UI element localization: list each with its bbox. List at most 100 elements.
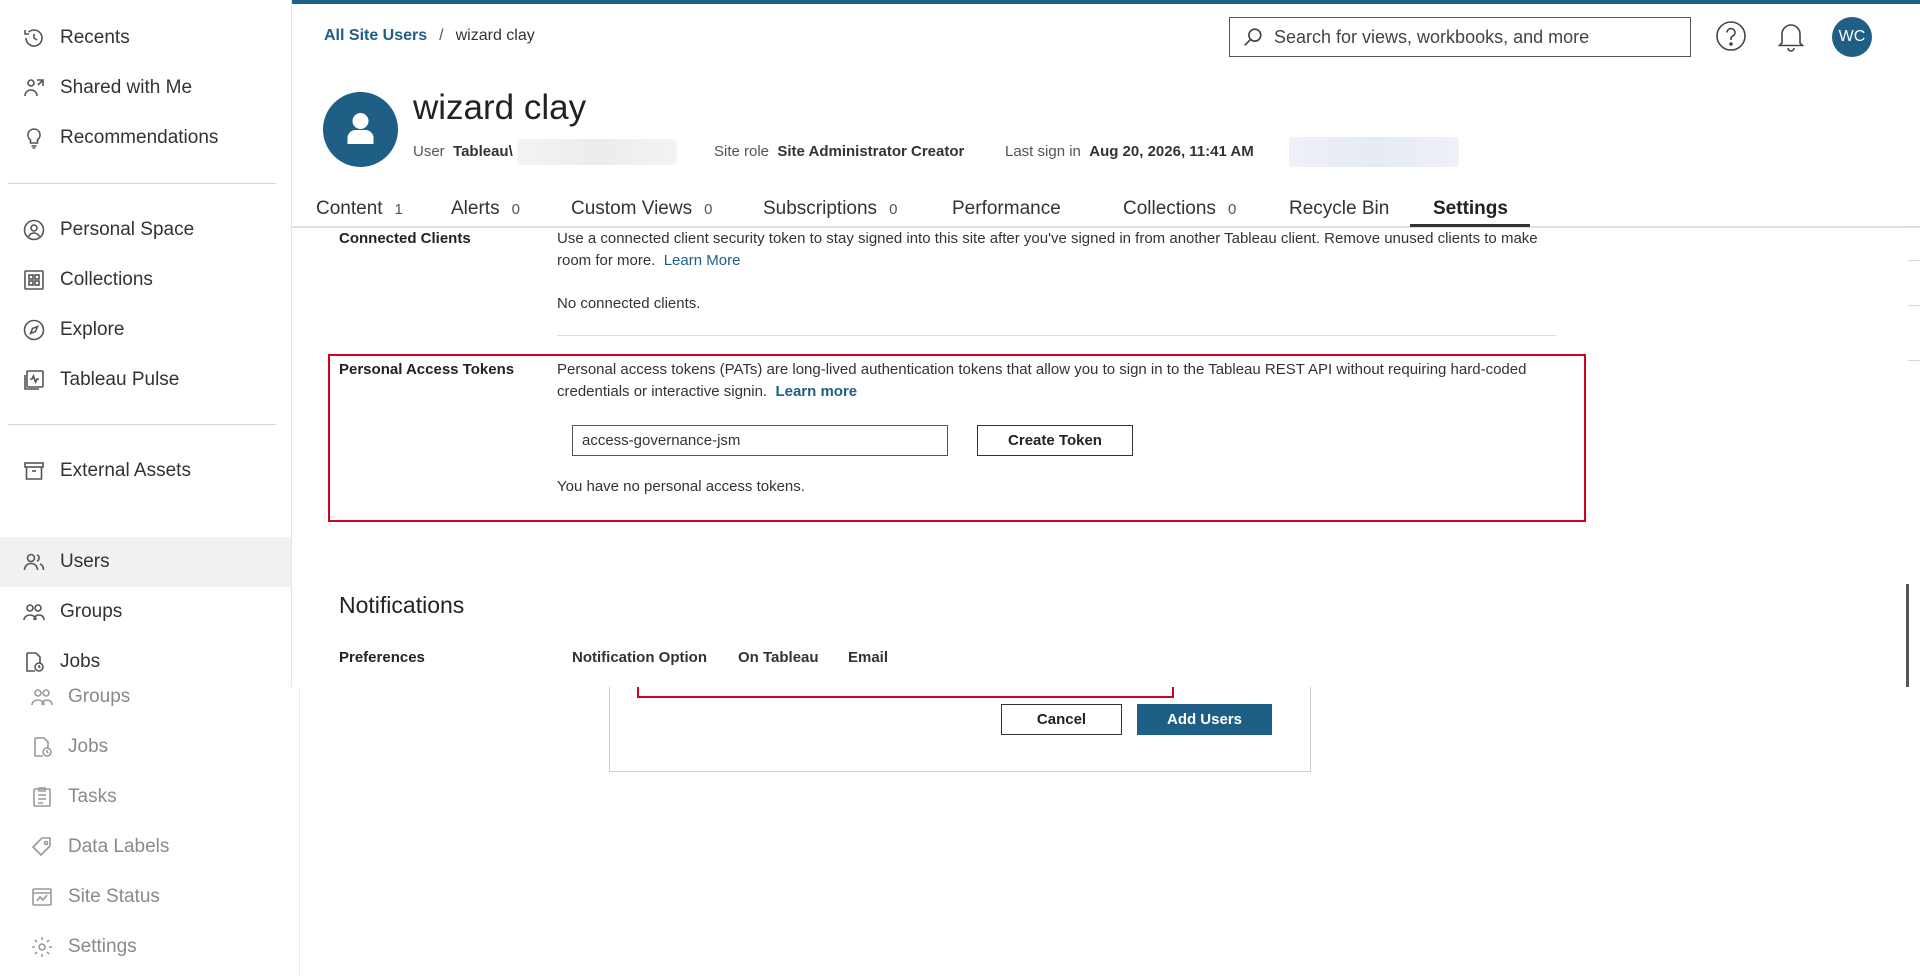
right-edge-rule: [1908, 260, 1920, 261]
column-header-notification-option: Notification Option: [572, 649, 707, 666]
sidebar-item-external-assets[interactable]: External Assets: [0, 446, 291, 496]
active-tab-indicator: [1410, 224, 1530, 227]
sidebar-item-label: Personal Space: [60, 219, 195, 240]
profile-last-sign-in: Last sign in Aug 20, 2026, 11:41 AM: [1005, 143, 1254, 160]
create-token-button[interactable]: Create Token: [977, 425, 1133, 456]
bg-sidebar-item-label: Settings: [68, 936, 137, 957]
sidebar-item-label: Groups: [60, 601, 123, 622]
sidebar-item-label: Tableau Pulse: [60, 369, 180, 390]
search-input[interactable]: [1274, 26, 1674, 48]
connected-clients-description: Use a connected client security token to…: [557, 228, 1557, 272]
person-silhouette-icon: [347, 113, 374, 144]
sidebar-item-explore[interactable]: Explore: [0, 305, 291, 355]
help-icon[interactable]: [1715, 20, 1747, 52]
connected-clients-learn-more-link[interactable]: Learn More: [664, 252, 741, 269]
right-edge-rule: [1908, 360, 1920, 361]
profile-avatar: [323, 92, 398, 167]
sidebar-item-label: External Assets: [60, 460, 191, 481]
tab-subscriptions[interactable]: Subscriptions 0: [763, 198, 897, 220]
tab-label: Collections: [1123, 198, 1216, 219]
tab-alerts[interactable]: Alerts 0: [451, 198, 520, 220]
sidebar-item-recents[interactable]: Recents: [0, 13, 291, 63]
add-users-button[interactable]: Add Users: [1137, 704, 1272, 735]
notifications-bell-icon[interactable]: [1776, 20, 1806, 52]
tab-count: 0: [1227, 201, 1237, 218]
jobs-icon: [26, 652, 44, 672]
pat-description: Personal access tokens (PATs) are long-l…: [557, 359, 1567, 403]
bg-sidebar-item-tasks[interactable]: Tasks: [30, 777, 117, 817]
data-labels-icon: [31, 837, 51, 857]
user-settings-page: Recents Shared with Me Recommendations P…: [0, 0, 1920, 687]
external-assets-icon: [24, 462, 44, 480]
tab-performance[interactable]: Performance: [952, 198, 1061, 220]
breadcrumb-all-site-users-link[interactable]: All Site Users: [324, 27, 427, 45]
bg-sidebar-item-jobs[interactable]: Jobs: [30, 727, 108, 767]
sidebar-item-personal-space[interactable]: Personal Space: [0, 205, 291, 255]
pat-text: Personal access tokens (PATs) are long-l…: [557, 361, 1527, 400]
last-sign-in-label: Last sign in: [1005, 143, 1081, 160]
sidebar-item-label: Explore: [60, 319, 125, 340]
sidebar-item-users[interactable]: Users: [0, 537, 291, 587]
user-tabs: Content 1 Alerts 0 Custom Views 0 Subscr…: [292, 196, 1920, 228]
top-accent-bar: [292, 0, 1920, 4]
tab-label: Content: [316, 198, 383, 219]
sidebar-item-jobs[interactable]: Jobs: [0, 637, 291, 687]
tab-collections[interactable]: Collections 0: [1123, 198, 1236, 220]
sidebar-item-tableau-pulse[interactable]: Tableau Pulse: [0, 355, 291, 405]
redacted-username: [517, 139, 677, 165]
tab-custom-views[interactable]: Custom Views 0: [571, 198, 712, 220]
bg-sidebar-item-settings[interactable]: Settings: [30, 927, 137, 967]
pat-label: Personal Access Tokens: [339, 361, 515, 378]
tab-label: Settings: [1433, 198, 1508, 219]
profile-user: User Tableau\: [413, 143, 513, 160]
bg-sidebar-item-data-labels[interactable]: Data Labels: [30, 827, 169, 867]
bg-sidebar-item-label: Groups: [68, 686, 131, 707]
tab-settings[interactable]: Settings: [1433, 198, 1508, 220]
sidebar-item-recommendations[interactable]: Recommendations: [0, 113, 291, 163]
last-sign-in-value: Aug 20, 2026, 11:41 AM: [1089, 143, 1254, 160]
bg-sidebar-item-site-status[interactable]: Site Status: [30, 877, 160, 917]
cancel-button[interactable]: Cancel: [1001, 704, 1122, 735]
breadcrumb: All Site Users / wizard clay: [324, 27, 535, 45]
tab-count: 0: [511, 201, 520, 218]
token-name-input[interactable]: [572, 425, 948, 456]
sidebar-item-collections[interactable]: Collections: [0, 255, 291, 305]
connected-clients-empty: No connected clients.: [557, 295, 701, 312]
search-box[interactable]: [1229, 17, 1691, 57]
column-header-email: Email: [848, 649, 889, 666]
tab-content[interactable]: Content 1: [316, 198, 403, 220]
sidebar-item-label: Users: [60, 551, 110, 572]
tab-count: 0: [889, 201, 898, 218]
lightbulb-icon: [27, 128, 41, 149]
tab-recycle-bin[interactable]: Recycle Bin: [1289, 198, 1389, 220]
sidebar-divider: [8, 183, 276, 184]
sidebar-item-label: Collections: [60, 269, 153, 290]
pat-learn-more-link[interactable]: Learn more: [775, 383, 857, 400]
profile-name: wizard clay: [413, 88, 587, 127]
search-icon: [1244, 28, 1262, 46]
tab-label: Alerts: [451, 198, 500, 219]
user-avatar-button[interactable]: WC: [1832, 17, 1872, 57]
breadcrumb-current: wizard clay: [455, 27, 535, 44]
sidebar-item-shared-with-me[interactable]: Shared with Me: [0, 63, 291, 113]
bg-sidebar-item-label: Site Status: [68, 886, 160, 907]
bg-sidebar-item-label: Data Labels: [68, 836, 170, 857]
tab-label: Custom Views: [571, 198, 693, 219]
site-role-value: Site Administrator Creator: [777, 143, 965, 160]
connected-clients-label: Connected Clients: [339, 230, 471, 247]
site-role-label: Site role: [714, 143, 770, 160]
breadcrumb-separator: /: [439, 27, 444, 44]
vertical-scrollbar[interactable]: [1906, 584, 1909, 687]
settings-icon: [32, 937, 52, 957]
user-label: User: [413, 143, 445, 160]
collections-icon: [24, 270, 44, 290]
sidebar-item-groups[interactable]: Groups: [0, 587, 291, 637]
shared-icon: [24, 79, 44, 97]
section-divider: [557, 335, 1556, 336]
recents-icon: [24, 29, 43, 47]
pat-empty: You have no personal access tokens.: [557, 478, 805, 495]
column-header-on-tableau: On Tableau: [738, 649, 819, 666]
bg-sidebar-item-label: Jobs: [68, 736, 109, 757]
groups-icon: [23, 604, 45, 621]
right-edge-rule: [1908, 305, 1920, 306]
